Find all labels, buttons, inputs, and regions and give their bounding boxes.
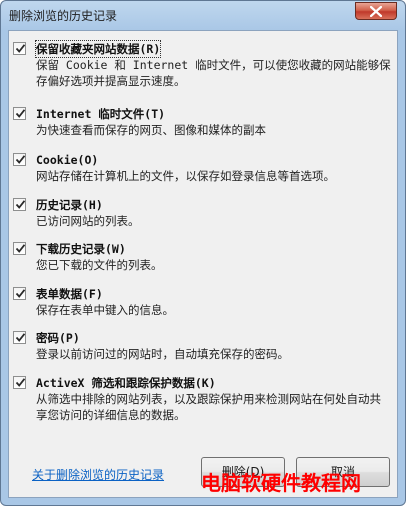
option-description: 保留 Cookie 和 Internet 临时文件，可以使您收藏的网站能够保存偏…: [36, 58, 391, 88]
checkmark-icon: [15, 289, 26, 298]
help-link-delete-history[interactable]: 关于删除浏览的历史记录: [32, 466, 164, 483]
option-form-data[interactable]: 表单数据(F) 保存在表单中键入的信息。: [13, 286, 392, 318]
option-label: 保留收藏夹网站数据(R): [34, 40, 162, 58]
option-label: 历史记录(H): [36, 198, 103, 212]
option-label: Internet 临时文件(T): [36, 107, 166, 121]
close-button[interactable]: [355, 2, 397, 20]
checkmark-icon: [15, 155, 26, 164]
option-label: 下载历史记录(W): [36, 242, 126, 256]
checkmark-icon: [15, 244, 26, 253]
checkbox-form-data[interactable]: [13, 287, 26, 300]
option-description: 您已下载的文件的列表。: [36, 258, 163, 272]
checkmark-icon: [15, 378, 26, 387]
checkbox-download-history[interactable]: [13, 242, 26, 255]
checkbox-temp-files[interactable]: [13, 107, 26, 120]
title-bar[interactable]: 删除浏览的历史记录: [1, 1, 405, 29]
option-preserve-favorites[interactable]: 保留收藏夹网站数据(R) 保留 Cookie 和 Internet 临时文件，可…: [13, 40, 392, 89]
option-passwords[interactable]: 密码(P) 登录以前访问过的网站时，自动填充保存的密码。: [13, 330, 392, 362]
option-description: 从筛选中排除的网站列表，以及跟踪保护用来检测网站在何处自动共享您访问的详细信息的…: [36, 392, 381, 422]
checkmark-icon: [15, 333, 26, 342]
option-activex-filtering[interactable]: ActiveX 筛选和跟踪保护数据(K) 从筛选中排除的网站列表，以及跟踪保护用…: [13, 375, 392, 423]
checkbox-activex-filtering[interactable]: [13, 376, 26, 389]
dialog-content: 保留收藏夹网站数据(R) 保留 Cookie 和 Internet 临时文件，可…: [8, 30, 398, 498]
option-temp-files[interactable]: Internet 临时文件(T) 为快速查看而保存的网页、图像和媒体的副本: [13, 106, 392, 138]
option-description: 已访问网站的列表。: [36, 214, 140, 228]
option-description: 登录以前访问过的网站时，自动填充保存的密码。: [36, 347, 289, 361]
checkbox-cookies[interactable]: [13, 153, 26, 166]
option-cookies[interactable]: Cookie(O) 网站存储在计算机上的文件，以保存如登录信息等首选项。: [13, 152, 392, 184]
checkbox-passwords[interactable]: [13, 331, 26, 344]
checkbox-preserve-favorites[interactable]: [13, 42, 26, 55]
option-description: 保存在表单中键入的信息。: [36, 303, 174, 317]
watermark-text: 电脑软硬件教程网: [201, 471, 361, 495]
option-label: 表单数据(F): [36, 287, 103, 301]
checkmark-icon: [15, 200, 26, 209]
option-history[interactable]: 历史记录(H) 已访问网站的列表。: [13, 197, 392, 229]
option-description: 网站存储在计算机上的文件，以保存如登录信息等首选项。: [36, 169, 335, 183]
window-title: 删除浏览的历史记录: [9, 9, 118, 23]
checkmark-icon: [15, 109, 26, 118]
checkbox-history[interactable]: [13, 198, 26, 211]
close-icon: [370, 6, 382, 17]
option-label: Cookie(O): [36, 153, 99, 167]
delete-browsing-history-dialog: 删除浏览的历史记录 保留收藏夹网站数据(R) 保留 Cookie 和 Inter…: [0, 0, 406, 506]
option-label: 密码(P): [36, 331, 80, 345]
option-description: 为快速查看而保存的网页、图像和媒体的副本: [36, 123, 266, 137]
option-download-history[interactable]: 下载历史记录(W) 您已下载的文件的列表。: [13, 241, 392, 273]
option-label: ActiveX 筛选和跟踪保护数据(K): [36, 376, 216, 390]
checkmark-icon: [15, 44, 26, 53]
